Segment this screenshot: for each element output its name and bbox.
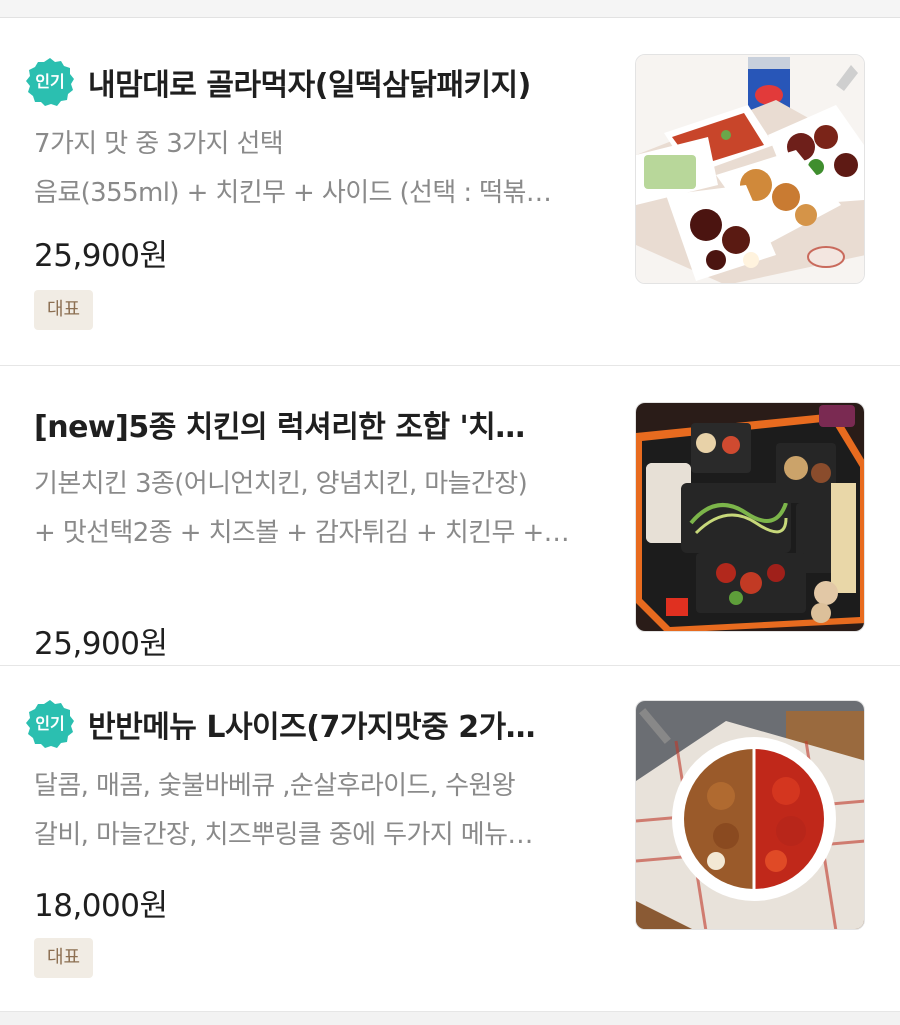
- menu-item-price: 25,900원: [34, 626, 168, 662]
- menu-item-description: 달콤, 매콤, 숯불바베큐 ,순살후라이드, 수원왕 갈비, 마늘간장, 치즈뿌…: [34, 762, 594, 860]
- menu-item-title: [new]5종 치킨의 럭셔리한 조합 '치…: [34, 410, 525, 445]
- menu-item-title-row: 인기 내맘대로 골라먹자(일떡삼닭패키지): [26, 58, 614, 106]
- menu-item-title-row: 인기 반반메뉴 L사이즈(7가지맛중 2가…: [26, 700, 614, 748]
- description-line: 기본치킨 3종(어니언치킨, 양념치킨, 마늘간장): [34, 469, 528, 499]
- menu-item-image[interactable]: [635, 700, 865, 930]
- menu-item-price: 18,000원: [34, 888, 168, 924]
- description-line: 갈비, 마늘간장, 치즈뿌링클 중에 두가지 메뉴…: [34, 820, 533, 850]
- popular-badge: 인기: [24, 698, 76, 750]
- chicken-bowl-image: [636, 701, 864, 929]
- menu-item[interactable]: 인기 반반메뉴 L사이즈(7가지맛중 2가… 달콤, 매콤, 숯불바베큐 ,순살…: [0, 666, 900, 1012]
- popular-badge: 인기: [24, 56, 76, 108]
- description-line: 7가지 맛 중 3가지 선택: [34, 129, 284, 159]
- menu-item-image[interactable]: [635, 402, 865, 632]
- menu-list: 인기 내맘대로 골라먹자(일떡삼닭패키지) 7가지 맛 중 3가지 선택 음료(…: [0, 18, 900, 1012]
- description-line: 달콤, 매콤, 숯불바베큐 ,순살후라이드, 수원왕: [34, 771, 516, 801]
- top-divider: [0, 0, 900, 18]
- menu-item-description: 기본치킨 3종(어니언치킨, 양념치킨, 마늘간장) + 맛선택2종 + 치즈볼…: [34, 460, 594, 558]
- menu-item[interactable]: 인기 내맘대로 골라먹자(일떡삼닭패키지) 7가지 맛 중 3가지 선택 음료(…: [0, 18, 900, 366]
- food-box-image: [636, 55, 864, 283]
- description-line: + 맛선택2종 + 치즈볼 + 감자튀김 + 치킨무 +…: [34, 518, 570, 548]
- menu-item[interactable]: [new]5종 치킨의 럭셔리한 조합 '치… 기본치킨 3종(어니언치킨, 양…: [0, 366, 900, 666]
- representative-tag: 대표: [34, 290, 94, 330]
- representative-tag: 대표: [34, 938, 94, 978]
- food-tray-image: [636, 403, 864, 631]
- menu-item-title-row: [new]5종 치킨의 럭셔리한 조합 '치…: [34, 400, 614, 448]
- menu-item-price: 25,900원: [34, 238, 168, 274]
- menu-item-title: 내맘대로 골라먹자(일떡삼닭패키지): [88, 68, 531, 103]
- popular-badge-label: 인기: [35, 714, 65, 733]
- menu-item-image[interactable]: [635, 54, 865, 284]
- popular-badge-label: 인기: [35, 72, 65, 91]
- menu-item-title: 반반메뉴 L사이즈(7가지맛중 2가…: [88, 710, 536, 745]
- description-line: 음료(355ml) + 치킨무 + 사이드 (선택 : 떡볶…: [34, 178, 552, 208]
- menu-item-description: 7가지 맛 중 3가지 선택 음료(355ml) + 치킨무 + 사이드 (선택…: [34, 120, 594, 218]
